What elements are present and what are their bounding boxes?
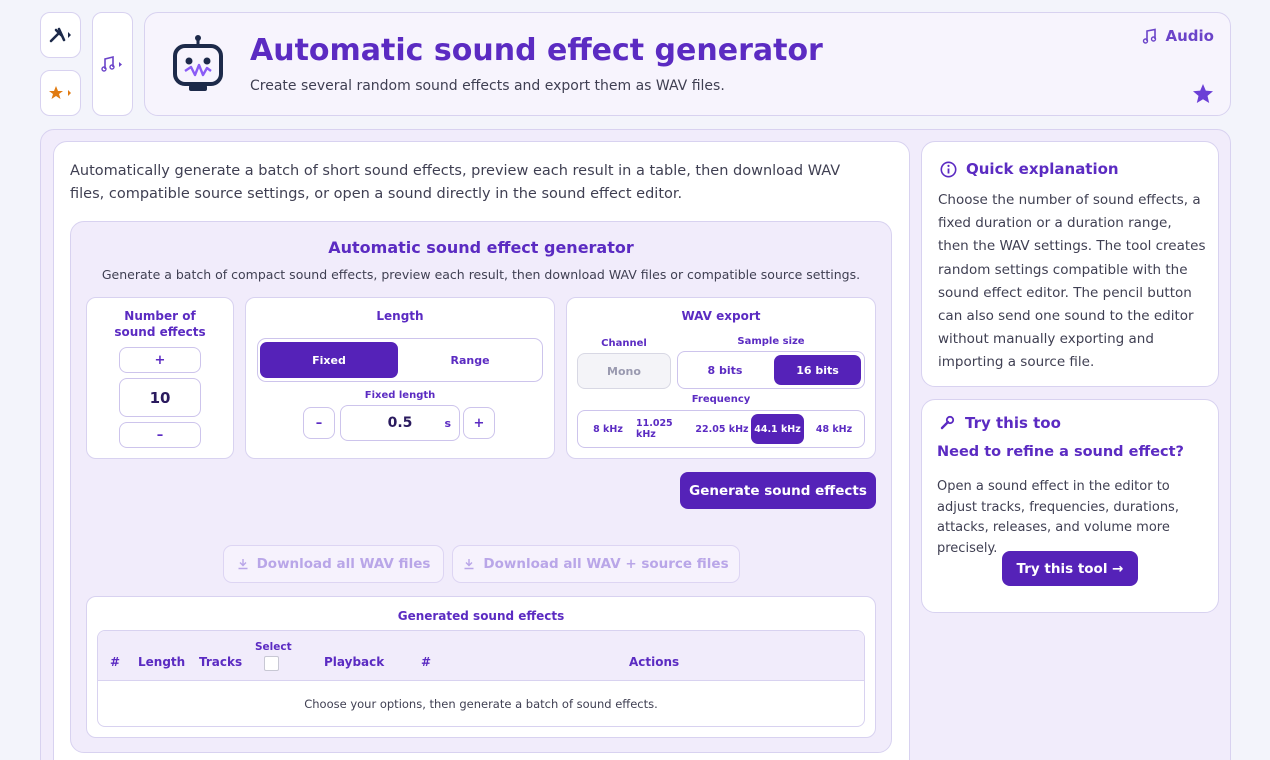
explanation-header: Quick explanation bbox=[940, 160, 1119, 178]
freq-44khz-option[interactable]: 44.1 kHz bbox=[751, 414, 804, 444]
length-range-option[interactable]: Range bbox=[400, 342, 540, 378]
count-value-input[interactable]: 10 bbox=[119, 378, 201, 417]
download-icon bbox=[464, 559, 474, 570]
count-label-1: Number of bbox=[124, 309, 196, 323]
freq-8khz-option[interactable]: 8 kHz bbox=[580, 414, 636, 444]
results-empty-message: Choose your options, then generate a bat… bbox=[304, 697, 658, 711]
col-select: Select bbox=[255, 641, 292, 653]
length-fixed-option[interactable]: Fixed bbox=[260, 342, 398, 378]
count-label-2: sound effects bbox=[114, 325, 206, 339]
page-header: Automatic sound effect generator Create … bbox=[144, 12, 1231, 116]
download-wav-label: Download all WAV files bbox=[256, 556, 431, 572]
col-index: # bbox=[110, 655, 121, 669]
wav-label: WAV export bbox=[681, 309, 761, 323]
channel-mono-option[interactable]: Mono bbox=[577, 353, 671, 389]
length-minus-button[interactable]: – bbox=[303, 407, 335, 439]
fixed-length-label: Fixed length bbox=[364, 390, 436, 401]
try-body: Open a sound effect in the editor to adj… bbox=[937, 479, 1179, 556]
try-title: Try this too bbox=[965, 414, 1061, 432]
download-wav-button[interactable]: Download all WAV files bbox=[223, 545, 444, 583]
freq-48khz-option[interactable]: 48 kHz bbox=[806, 414, 862, 444]
results-table bbox=[97, 630, 865, 727]
tool-subtitle: Generate a batch of compact sound effect… bbox=[101, 267, 861, 282]
try-header: Try this too bbox=[938, 414, 1061, 432]
try-heading: Need to refine a sound effect? bbox=[937, 444, 1184, 460]
category-link[interactable]: Audio bbox=[1142, 27, 1214, 45]
audio-nav-button[interactable] bbox=[92, 12, 133, 116]
explanation-body: Choose the number of sound effects, a fi… bbox=[938, 192, 1206, 371]
sample-size-label: Sample size bbox=[737, 336, 805, 347]
count-minus-button[interactable]: – bbox=[119, 422, 201, 448]
explanation-title: Quick explanation bbox=[966, 160, 1119, 178]
col-number: # bbox=[421, 655, 432, 669]
length-value: 0.5 bbox=[387, 415, 413, 431]
tool-title: Automatic sound effect generator bbox=[328, 238, 634, 257]
page-subtitle: Create several random sound effects and … bbox=[250, 78, 725, 94]
frequency-label: Frequency bbox=[691, 394, 751, 405]
channel-label: Channel bbox=[601, 338, 647, 349]
col-tracks: Tracks bbox=[199, 655, 243, 669]
col-length: Length bbox=[138, 655, 186, 669]
download-icon bbox=[238, 559, 248, 570]
music-note-icon bbox=[100, 55, 122, 72]
music-note-icon bbox=[1142, 28, 1156, 44]
wrench-icon bbox=[940, 415, 955, 430]
tools-icon bbox=[49, 27, 71, 43]
length-plus-button[interactable]: + bbox=[463, 407, 495, 439]
length-value-input[interactable]: 0.5 s bbox=[340, 405, 460, 441]
download-wav-source-button[interactable]: Download all WAV + source files bbox=[452, 545, 740, 583]
page-title: Automatic sound effect generator bbox=[250, 33, 823, 68]
sample-8bit-option[interactable]: 8 bits bbox=[680, 355, 770, 385]
try-tool-button[interactable]: Try this tool → bbox=[1002, 551, 1138, 586]
length-unit: s bbox=[444, 416, 451, 430]
robot-icon bbox=[173, 35, 223, 91]
intro-text: Automatically generate a batch of short … bbox=[70, 163, 841, 202]
col-actions: Actions bbox=[629, 655, 680, 669]
freq-22khz-option[interactable]: 22.05 kHz bbox=[694, 414, 750, 444]
favorites-nav-button[interactable] bbox=[40, 70, 81, 116]
favorite-star-icon[interactable] bbox=[1192, 83, 1214, 105]
info-icon bbox=[940, 161, 957, 177]
select-all-checkbox[interactable] bbox=[264, 656, 279, 671]
sample-16bit-option[interactable]: 16 bits bbox=[774, 355, 861, 385]
results-title: Generated sound effects bbox=[397, 609, 565, 623]
tools-nav-button[interactable] bbox=[40, 12, 81, 58]
col-playback: Playback bbox=[324, 655, 385, 669]
count-plus-button[interactable]: + bbox=[119, 347, 201, 373]
download-wav-source-label: Download all WAV + source files bbox=[483, 556, 729, 572]
generate-button[interactable]: Generate sound effects bbox=[680, 472, 876, 509]
length-label: Length bbox=[376, 309, 424, 323]
category-label: Audio bbox=[1165, 27, 1214, 45]
freq-11khz-option[interactable]: 11.025 kHz bbox=[636, 414, 694, 444]
star-icon bbox=[48, 86, 71, 99]
